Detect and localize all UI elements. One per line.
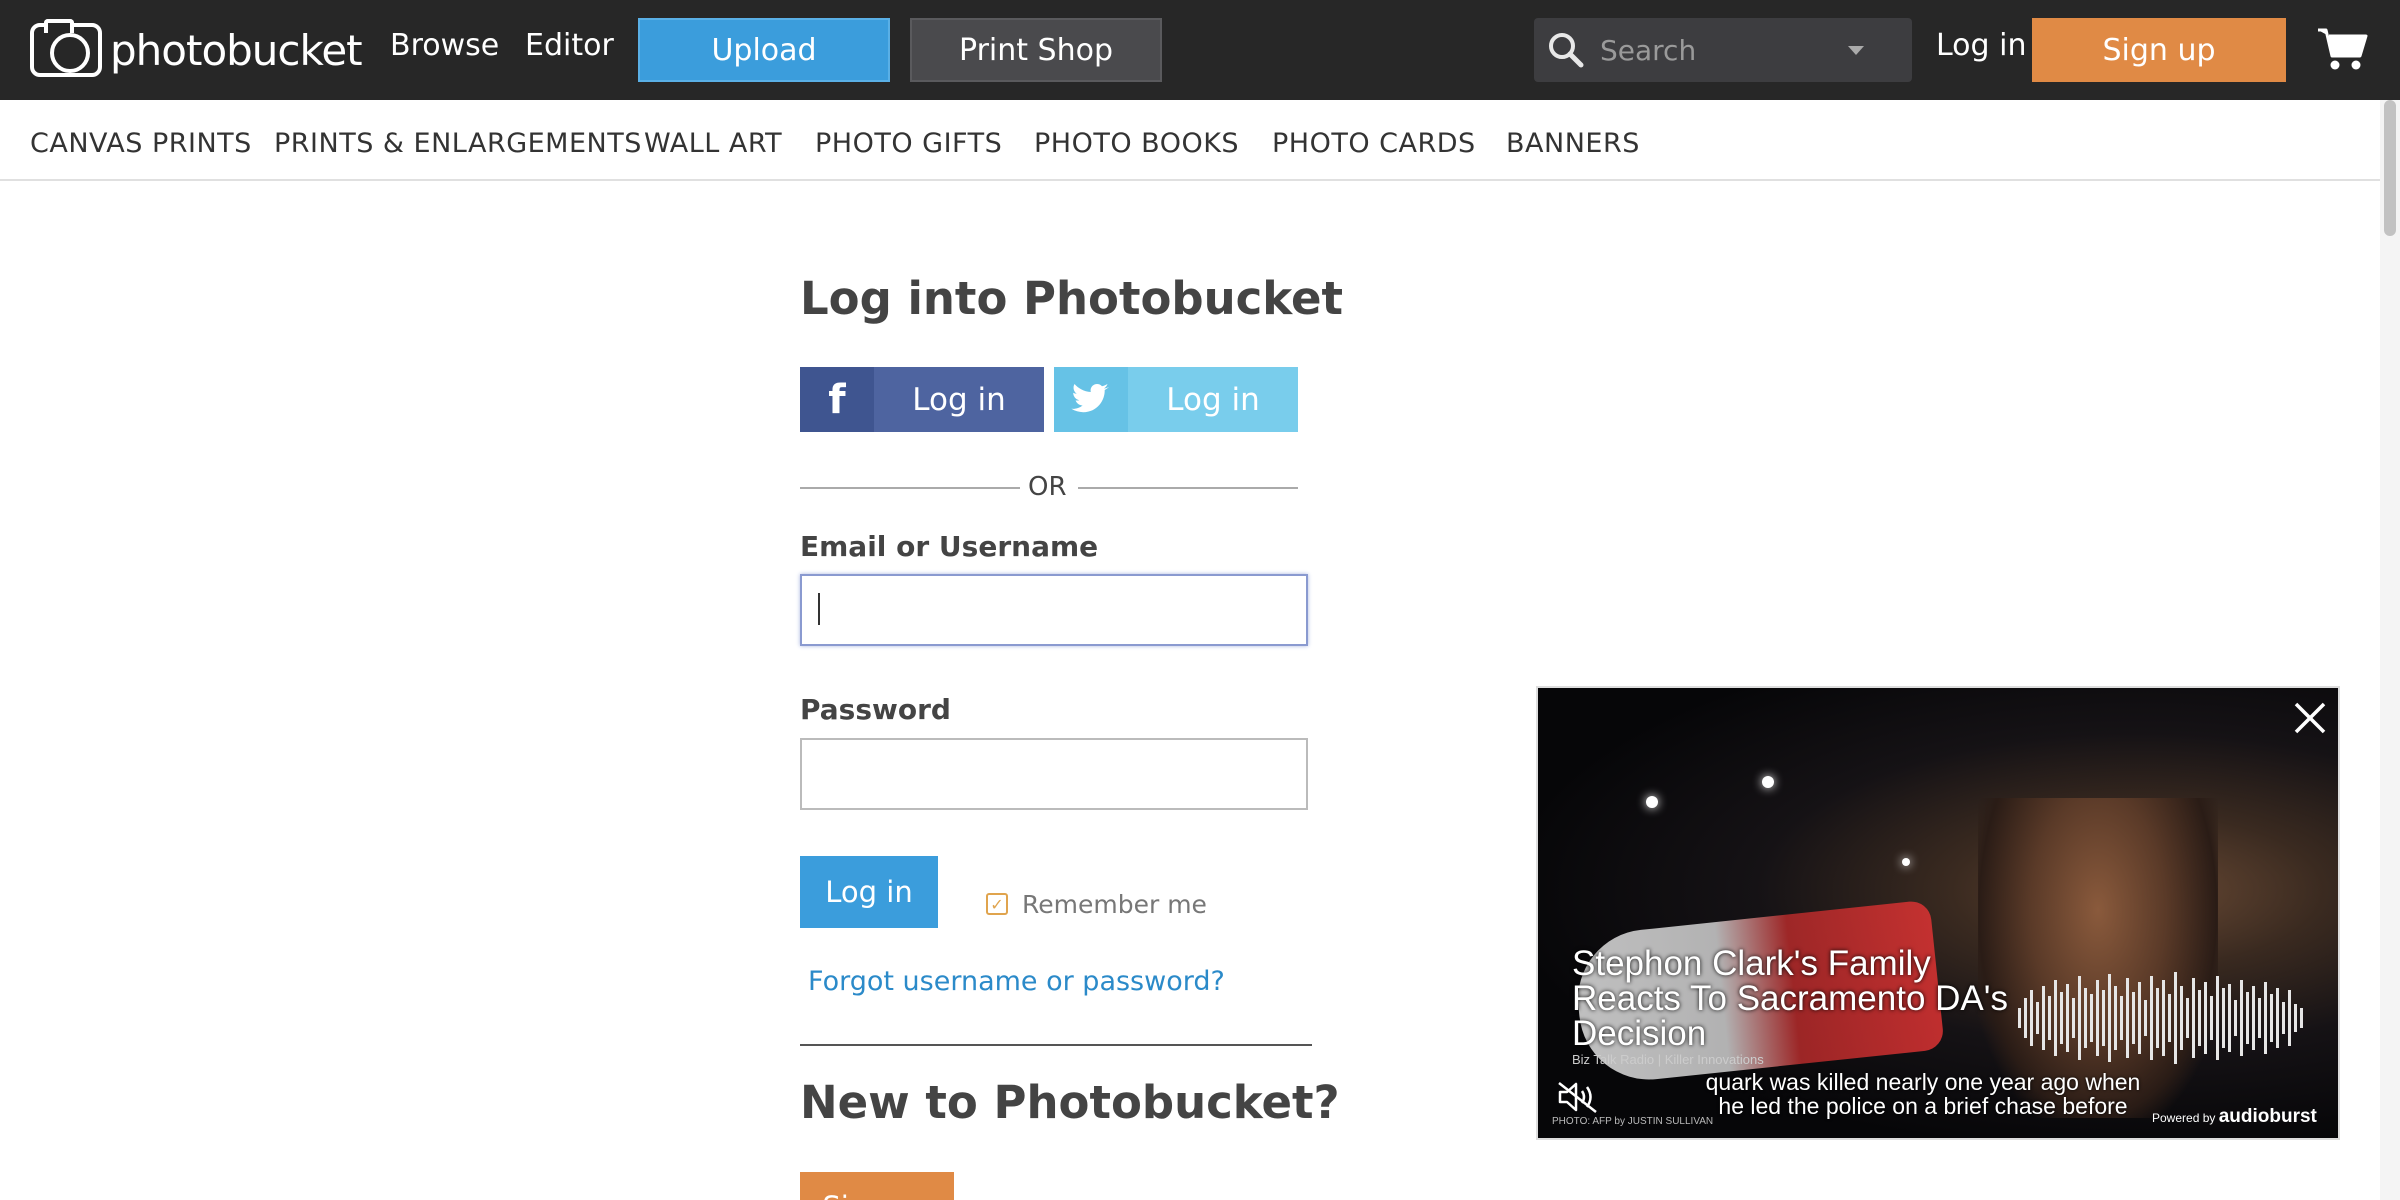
nav-browse-link[interactable]: Browse — [390, 28, 499, 63]
remember-me-checkbox[interactable]: ✓ — [986, 893, 1008, 915]
header-login-link[interactable]: Log in — [1936, 28, 2026, 63]
subnav-photo-cards[interactable]: PHOTO CARDS — [1272, 128, 1476, 159]
video-photo-credit: PHOTO: AFP by JUSTIN SULLIVAN — [1552, 1116, 1714, 1127]
print-shop-button[interactable]: Print Shop — [910, 18, 1162, 82]
or-divider-left — [800, 487, 1020, 489]
subnav-canvas-prints[interactable]: CANVAS PRINTS — [30, 128, 252, 159]
facebook-icon: f — [800, 367, 874, 432]
password-input[interactable] — [800, 738, 1308, 810]
mute-icon[interactable] — [1556, 1080, 1600, 1114]
nav-editor-link[interactable]: Editor — [525, 28, 614, 63]
upload-button[interactable]: Upload — [638, 18, 890, 82]
twitter-login-label: Log in — [1166, 381, 1260, 418]
print-category-nav: CANVAS PRINTS PRINTS & ENLARGEMENTS WALL… — [0, 100, 2400, 181]
facebook-login-button[interactable]: f Log in — [800, 367, 1044, 432]
login-submit-button[interactable]: Log in — [800, 856, 938, 928]
login-page-title: Log into Photobucket — [800, 272, 1344, 325]
subnav-banners[interactable]: BANNERS — [1506, 128, 1640, 159]
close-icon[interactable] — [2290, 698, 2330, 738]
audio-waveform — [2018, 972, 2303, 1064]
facebook-login-label: Log in — [912, 381, 1006, 418]
subnav-photo-books[interactable]: PHOTO BOOKS — [1034, 128, 1239, 159]
photobucket-logo[interactable]: photobucket — [30, 19, 363, 78]
forgot-password-link[interactable]: Forgot username or password? — [808, 966, 1225, 997]
email-field-label: Email or Username — [800, 530, 1099, 563]
video-caption: quark was killed nearly one year ago whe… — [1705, 1069, 2141, 1119]
subnav-prints-enlargements[interactable]: PRINTS & ENLARGEMENTS — [274, 128, 642, 159]
powered-by-label: Powered by audioburst — [2152, 1106, 2317, 1128]
top-navigation-bar: photobucket Browse Editor Upload Print S… — [0, 0, 2400, 100]
video-light — [1762, 776, 1774, 788]
or-divider-right — [1078, 487, 1298, 489]
search-input[interactable] — [1600, 28, 1850, 72]
email-username-input[interactable] — [800, 574, 1308, 646]
subnav-wall-art[interactable]: WALL ART — [644, 128, 782, 159]
new-user-signup-button[interactable]: Sign up — [800, 1172, 954, 1200]
or-divider-text: OR — [1028, 472, 1067, 502]
header-signup-button[interactable]: Sign up — [2032, 18, 2286, 82]
twitter-icon — [1054, 367, 1128, 432]
search-icon[interactable] — [1546, 30, 1586, 70]
twitter-login-button[interactable]: Log in — [1054, 367, 1298, 432]
scrollbar-thumb[interactable] — [2384, 100, 2396, 236]
powered-by-prefix: Powered by — [2152, 1111, 2216, 1125]
logo-text: photobucket — [110, 25, 363, 75]
password-field-label: Password — [800, 693, 951, 726]
video-light — [1902, 858, 1910, 866]
new-user-heading: New to Photobucket? — [800, 1076, 1340, 1129]
section-divider — [800, 1044, 1312, 1046]
text-cursor — [818, 593, 820, 625]
search-dropdown-chevron-icon[interactable] — [1848, 46, 1864, 55]
camera-logo-icon — [30, 19, 102, 77]
page-scrollbar[interactable] — [2380, 100, 2400, 1200]
audioburst-brand: audioburst — [2218, 1106, 2317, 1127]
video-source: Biz Talk Radio | Killer Innovations — [1572, 1052, 1764, 1067]
video-light — [1646, 796, 1658, 808]
subnav-photo-gifts[interactable]: PHOTO GIFTS — [815, 128, 1002, 159]
cart-icon[interactable] — [2316, 24, 2368, 72]
video-player-widget[interactable]: Stephon Clark's Family Reacts To Sacrame… — [1536, 686, 2340, 1140]
remember-me-label[interactable]: Remember me — [1022, 890, 1207, 919]
checkmark-icon: ✓ — [990, 894, 1004, 914]
video-title: Stephon Clark's Family Reacts To Sacrame… — [1572, 944, 2008, 1053]
